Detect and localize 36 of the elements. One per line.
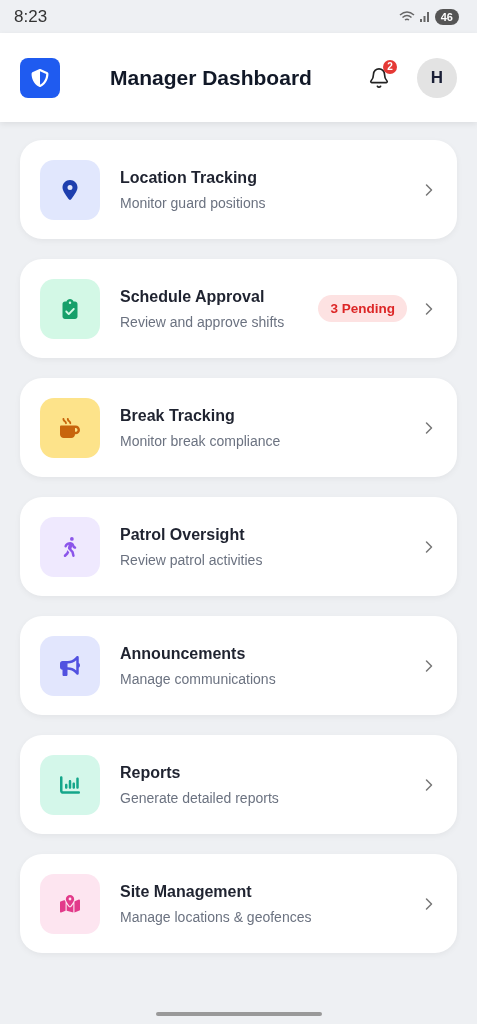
avatar[interactable]: H — [417, 57, 457, 98]
card-subtitle: Review patrol activities — [120, 551, 264, 568]
card-subtitle: Monitor break compliance — [120, 432, 282, 449]
wifi-icon — [398, 10, 415, 23]
menu-card[interactable]: Schedule Approval Review and approve shifts 3 Pending — [20, 259, 457, 358]
card-subtitle: Manage communications — [120, 670, 277, 687]
mug-icon — [60, 417, 80, 438]
pending-badge: 3 Pending — [318, 295, 407, 322]
notification-badge: 2 — [383, 59, 397, 74]
menu-card[interactable]: Announcements Manage communications — [20, 616, 457, 715]
megaphone-icon — [60, 655, 80, 676]
menu-card[interactable]: Location Tracking Monitor guard positions — [20, 140, 457, 239]
card-title: Location Tracking — [120, 168, 258, 187]
battery-indicator: 46 — [434, 8, 459, 25]
menu-card[interactable]: Break Tracking Monitor break compliance — [20, 378, 457, 477]
card-title: Announcements — [120, 644, 247, 663]
map-pin-icon — [60, 179, 80, 200]
menu-card[interactable]: Site Management Manage locations & geofences — [20, 854, 457, 953]
card-subtitle: Manage locations & geofences — [120, 908, 313, 925]
card-subtitle: Generate detailed reports — [120, 789, 280, 806]
card-title: Patrol Oversight — [120, 525, 246, 544]
bar-chart-icon — [60, 774, 80, 795]
card-title: Site Management — [120, 882, 253, 901]
clipboard-check-icon — [60, 298, 80, 319]
menu-card[interactable]: Reports Generate detailed reports — [20, 735, 457, 834]
card-title: Schedule Approval — [120, 287, 266, 306]
card-title: Reports — [120, 763, 182, 782]
status-time: 8:23 — [14, 6, 48, 27]
shield-logo — [20, 57, 60, 98]
card-subtitle: Monitor guard positions — [120, 194, 267, 211]
page-title: Manager Dashboard — [110, 65, 313, 90]
signal-icon — [418, 10, 431, 23]
card-subtitle: Review and approve shifts — [120, 313, 286, 330]
map-pin-icon — [60, 893, 80, 914]
card-title: Break Tracking — [120, 406, 236, 425]
menu-card[interactable]: Patrol Oversight Review patrol activities — [20, 497, 457, 596]
